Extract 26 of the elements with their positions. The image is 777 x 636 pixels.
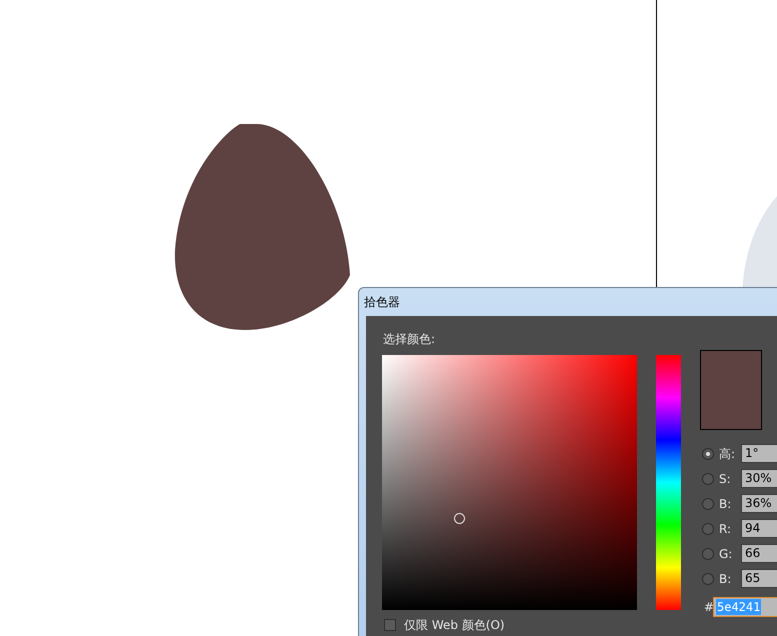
hex-value: 5e4241 xyxy=(716,599,762,615)
hex-label: # xyxy=(704,599,712,616)
saturation-brightness-field[interactable] xyxy=(382,355,637,610)
field-label: S: xyxy=(719,470,732,488)
radio-button[interactable] xyxy=(702,472,714,484)
dialog-title: 拾色器 xyxy=(364,294,401,311)
value-input[interactable]: 30% xyxy=(741,469,777,488)
radio-button[interactable] xyxy=(702,498,714,510)
web-only-label: 仅限 Web 颜色(O) xyxy=(404,618,505,632)
color-cursor[interactable] xyxy=(454,513,464,524)
field-label: B: xyxy=(719,496,732,512)
radio-button[interactable] xyxy=(702,522,714,534)
value-input[interactable]: 66 xyxy=(741,544,777,563)
field-label: B: xyxy=(719,570,732,588)
radio-button[interactable] xyxy=(702,448,714,460)
value-input[interactable]: 1° xyxy=(741,444,777,463)
value-input[interactable]: 94 xyxy=(741,519,777,538)
radio-button[interactable] xyxy=(702,548,714,560)
prompt-label: 选择颜色: xyxy=(383,331,436,348)
field-label: G: xyxy=(719,546,734,562)
field-label: R: xyxy=(719,520,732,538)
value-input[interactable]: 36% xyxy=(741,494,777,513)
checkbox[interactable] xyxy=(384,619,396,631)
radio-button[interactable] xyxy=(702,572,714,584)
value-input[interactable]: 65 xyxy=(741,569,777,588)
field-label: 高: xyxy=(719,446,736,462)
